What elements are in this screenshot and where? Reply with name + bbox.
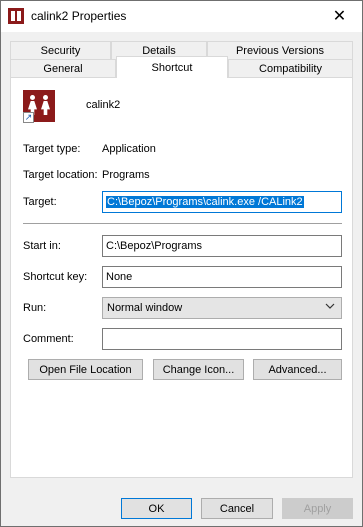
window-title: calink2 Properties	[31, 9, 127, 23]
target-label: Target:	[23, 196, 57, 208]
start-in-field[interactable]: C:\Bepoz\Programs	[102, 235, 342, 257]
shortcut-arrow-icon: ↗	[23, 112, 34, 123]
open-file-location-button[interactable]: Open File Location	[28, 359, 143, 380]
tab-shortcut[interactable]: Shortcut	[116, 56, 228, 78]
start-in-value: C:\Bepoz\Programs	[106, 240, 202, 252]
target-field[interactable]: C:\Bepoz\Programs\calink.exe /CALink2	[102, 191, 342, 213]
shortcut-name: calink2	[86, 99, 121, 111]
shortcut-key-field[interactable]: None	[102, 266, 342, 288]
target-location-value: Programs	[102, 169, 150, 181]
chevron-down-icon	[325, 301, 335, 314]
shortcut-key-value: None	[106, 271, 133, 283]
advanced-button[interactable]: Advanced...	[253, 359, 342, 380]
start-in-label: Start in:	[23, 240, 61, 252]
shortcut-tab-panel: ↗ calink2 Target type: Application Targe…	[10, 77, 353, 478]
tab-security[interactable]: Security	[10, 41, 111, 60]
run-dropdown[interactable]: Normal window	[102, 297, 342, 319]
ok-button[interactable]: OK	[121, 498, 192, 519]
run-value: Normal window	[107, 302, 183, 314]
run-label: Run:	[23, 302, 47, 314]
change-icon-button[interactable]: Change Icon...	[153, 359, 244, 380]
tab-previous-versions[interactable]: Previous Versions	[207, 41, 353, 60]
target-value: C:\Bepoz\Programs\calink.exe /CALink2	[106, 196, 304, 208]
apply-button[interactable]: Apply	[282, 498, 353, 519]
close-button[interactable]: ✕	[317, 1, 362, 31]
app-title-icon	[8, 8, 24, 24]
cancel-button[interactable]: Cancel	[201, 498, 273, 519]
properties-window: calink2 Properties ✕ Security Details Pr…	[0, 0, 363, 527]
comment-label: Comment:	[23, 333, 74, 345]
target-type-value: Application	[102, 143, 156, 155]
comment-field[interactable]	[102, 328, 342, 350]
target-type-label: Target type:	[23, 143, 81, 155]
target-location-label: Target location:	[23, 169, 98, 181]
divider	[23, 223, 342, 224]
shortcut-key-label: Shortcut key:	[23, 271, 88, 283]
title-bar[interactable]: calink2 Properties ✕	[1, 1, 362, 32]
tab-compatibility[interactable]: Compatibility	[228, 59, 353, 78]
tab-general[interactable]: General	[10, 59, 116, 78]
